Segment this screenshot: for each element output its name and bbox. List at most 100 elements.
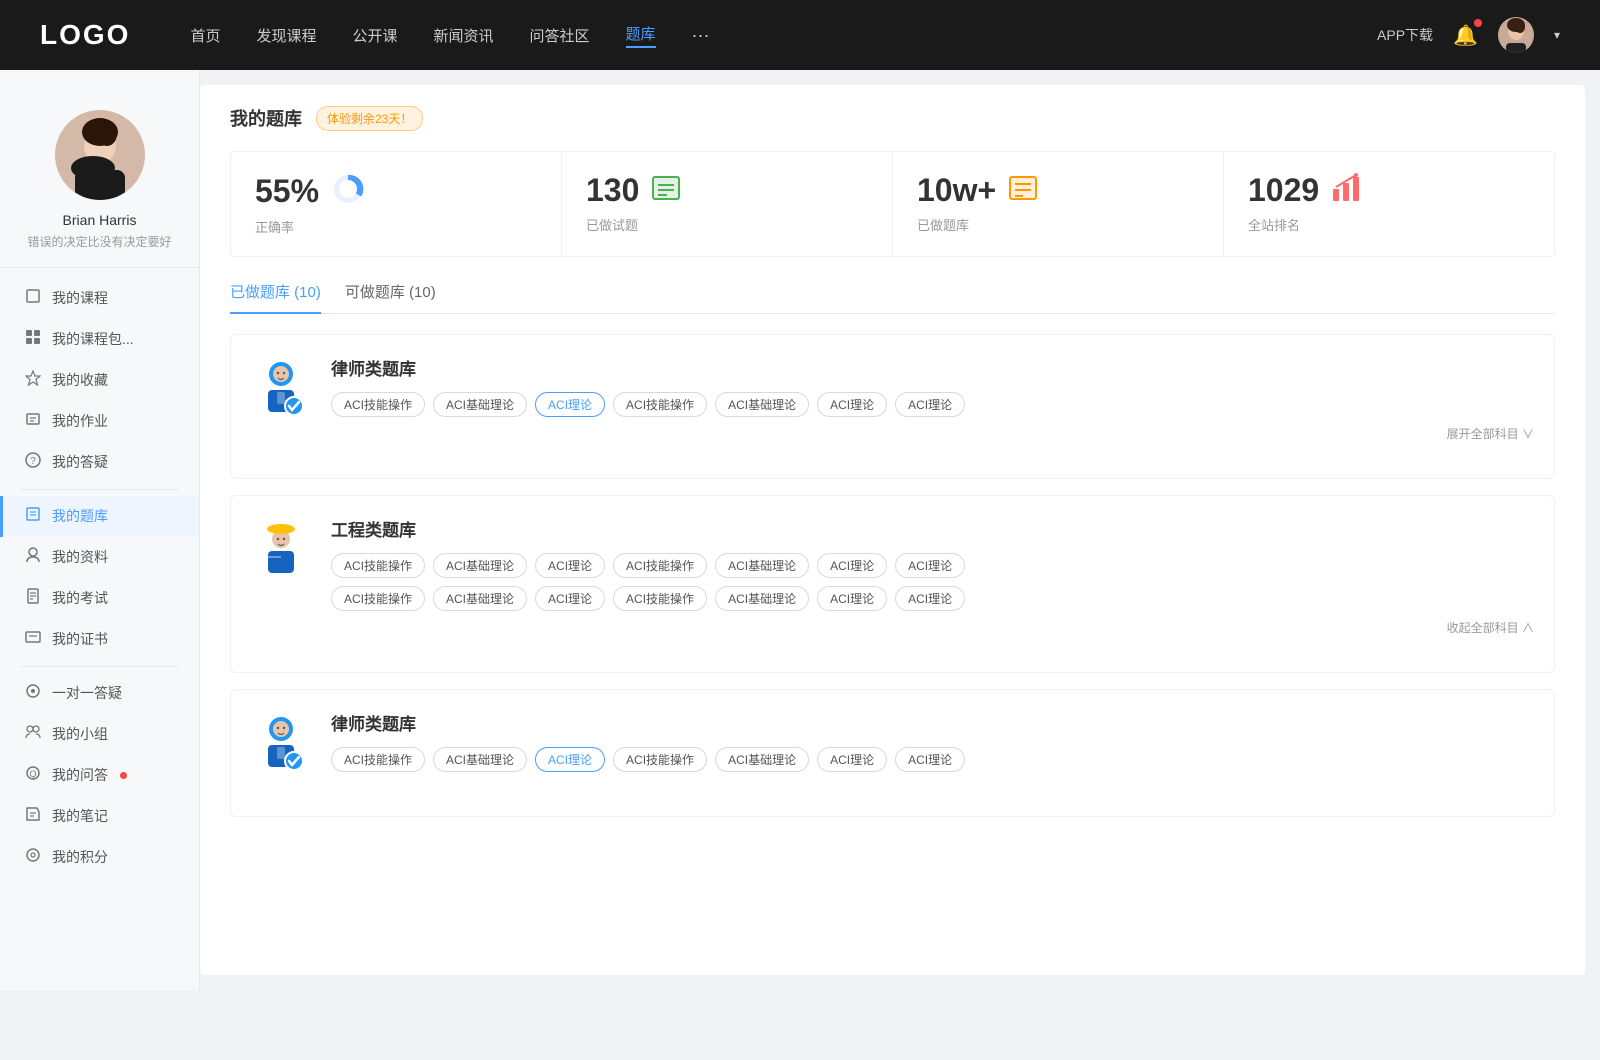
bank-2-tag-7[interactable]: ACI技能操作: [331, 586, 425, 611]
sidebar-divider-2: [20, 666, 179, 667]
bank-3-tag-6[interactable]: ACI理论: [895, 747, 965, 772]
exams-icon: [24, 588, 42, 609]
questions-done-label: 已做试题: [586, 215, 868, 234]
qa-notification-dot: [120, 772, 127, 779]
lawyer-bank-icon-1: [251, 355, 311, 425]
bank-3-tag-3[interactable]: ACI技能操作: [613, 747, 707, 772]
app-download-button[interactable]: APP下载: [1377, 25, 1433, 45]
stat-top-banks: 10w+: [917, 172, 1199, 209]
star-icon: [24, 370, 42, 391]
bank-1-tag-0[interactable]: ACI技能操作: [331, 392, 425, 417]
nav-more[interactable]: ···: [692, 25, 710, 46]
trial-badge: 体验剩余23天！: [316, 106, 423, 131]
sidebar-item-certificates[interactable]: 我的证书: [0, 619, 199, 660]
bank-1-tag-4[interactable]: ACI基础理论: [715, 392, 809, 417]
bank-2-tag-9[interactable]: ACI理论: [535, 586, 605, 611]
bank-2-name: 工程类题库: [331, 516, 1534, 541]
bank-2-collapse[interactable]: 收起全部科目 ∧: [331, 619, 1534, 636]
user-avatar-header[interactable]: [1498, 17, 1534, 53]
sidebar-item-exams[interactable]: 我的考试: [0, 578, 199, 619]
bank-2-tag-10[interactable]: ACI技能操作: [613, 586, 707, 611]
sidebar-item-notes[interactable]: 我的笔记: [0, 796, 199, 837]
bank-1-tag-3[interactable]: ACI技能操作: [613, 392, 707, 417]
bank-2-tag-6[interactable]: ACI理论: [895, 553, 965, 578]
nav-news[interactable]: 新闻资讯: [434, 25, 494, 46]
global-rank-value: 1029: [1248, 172, 1319, 209]
bank-3-tag-0[interactable]: ACI技能操作: [331, 747, 425, 772]
bank-3-name: 律师类题库: [331, 710, 1534, 735]
homework-icon: [24, 411, 42, 432]
bank-2-tag-1[interactable]: ACI基础理论: [433, 553, 527, 578]
accuracy-label: 正确率: [255, 217, 537, 236]
stat-accuracy: 55% 正确率: [231, 152, 562, 256]
sidebar-item-homework[interactable]: 我的作业: [0, 401, 199, 442]
tab-done-banks[interactable]: 已做题库 (10): [230, 281, 321, 314]
courses-icon: [24, 288, 42, 309]
page-wrapper: Brian Harris 错误的决定比没有决定要好 我的课程 我的课程包...: [0, 70, 1600, 990]
profile-icon: [24, 547, 42, 568]
stat-top-questions: 130: [586, 172, 868, 209]
nav-discover[interactable]: 发现课程: [256, 25, 316, 46]
stat-questions-done: 130 已做试题: [562, 152, 893, 256]
bank-2-tag-13[interactable]: ACI理论: [895, 586, 965, 611]
page-header: 我的题库 体验剩余23天！: [230, 105, 1555, 131]
sidebar-item-points[interactable]: 我的积分: [0, 837, 199, 878]
global-rank-icon: [1331, 173, 1361, 208]
bank-2-tag-12[interactable]: ACI理论: [817, 586, 887, 611]
header-right: APP下载 🔔 ▾: [1377, 17, 1560, 53]
banks-done-label: 已做题库: [917, 215, 1199, 234]
one-on-one-icon: [24, 683, 42, 704]
bell-icon[interactable]: 🔔: [1453, 23, 1478, 48]
bank-2-tag-0[interactable]: ACI技能操作: [331, 553, 425, 578]
notes-icon: [24, 806, 42, 827]
nav-open-course[interactable]: 公开课: [352, 25, 397, 46]
sidebar-item-groups[interactable]: 我的小组: [0, 714, 199, 755]
stats-row: 55% 正确率 130: [230, 151, 1555, 257]
bank-1-tags: ACI技能操作 ACI基础理论 ACI理论 ACI技能操作 ACI基础理论 AC…: [331, 392, 1534, 417]
sidebar-item-favorites[interactable]: 我的收藏: [0, 360, 199, 401]
sidebar-item-my-qa[interactable]: Q 我的问答: [0, 755, 199, 796]
main-content: 我的题库 体验剩余23天！ 55% 正确率: [200, 85, 1585, 975]
nav-home[interactable]: 首页: [190, 25, 220, 46]
nav-qa[interactable]: 问答社区: [530, 25, 590, 46]
bank-2-tags-row-1: ACI技能操作 ACI基础理论 ACI理论 ACI技能操作 ACI基础理论 AC…: [331, 553, 1534, 578]
bank-3-tag-1[interactable]: ACI基础理论: [433, 747, 527, 772]
bank-2-tag-4[interactable]: ACI基础理论: [715, 553, 809, 578]
bank-2-tags-row-2: ACI技能操作 ACI基础理论 ACI理论 ACI技能操作 ACI基础理论 AC…: [331, 586, 1534, 611]
question-bank-icon: [24, 506, 42, 527]
bank-3-tag-5[interactable]: ACI理论: [817, 747, 887, 772]
bank-card-2-header: 工程类题库 ACI技能操作 ACI基础理论 ACI理论 ACI技能操作 ACI基…: [251, 516, 1534, 636]
bank-2-tag-3[interactable]: ACI技能操作: [613, 553, 707, 578]
stat-top-accuracy: 55%: [255, 172, 537, 211]
bank-3-tag-2[interactable]: ACI理论: [535, 747, 605, 772]
accuracy-chart-icon: [331, 172, 365, 211]
global-rank-label: 全站排名: [1248, 215, 1530, 234]
bank-2-tag-2[interactable]: ACI理论: [535, 553, 605, 578]
nav-question-bank[interactable]: 题库: [626, 23, 656, 48]
bank-1-tag-2[interactable]: ACI理论: [535, 392, 605, 417]
sidebar-item-one-on-one[interactable]: 一对一答疑: [0, 673, 199, 714]
bank-1-tag-1[interactable]: ACI基础理论: [433, 392, 527, 417]
stat-top-rank: 1029: [1248, 172, 1530, 209]
bank-3-tags-section: 律师类题库 ACI技能操作 ACI基础理论 ACI理论 ACI技能操作 ACI基…: [331, 710, 1534, 772]
sidebar-item-courses[interactable]: 我的课程: [0, 278, 199, 319]
user-menu-chevron[interactable]: ▾: [1554, 28, 1560, 42]
bank-2-tag-8[interactable]: ACI基础理论: [433, 586, 527, 611]
sidebar-item-questions[interactable]: ? 我的答疑: [0, 442, 199, 483]
my-qa-icon: Q: [24, 765, 42, 786]
bank-1-tag-5[interactable]: ACI理论: [817, 392, 887, 417]
sidebar-item-question-bank[interactable]: 我的题库: [0, 496, 199, 537]
bank-card-3-header: 律师类题库 ACI技能操作 ACI基础理论 ACI理论 ACI技能操作 ACI基…: [251, 710, 1534, 780]
sidebar-item-profile[interactable]: 我的资料: [0, 537, 199, 578]
bank-3-tags: ACI技能操作 ACI基础理论 ACI理论 ACI技能操作 ACI基础理论 AC…: [331, 747, 1534, 772]
sidebar-item-course-packages[interactable]: 我的课程包...: [0, 319, 199, 360]
bank-3-tag-4[interactable]: ACI基础理论: [715, 747, 809, 772]
questions-icon: ?: [24, 452, 42, 473]
bank-2-tag-11[interactable]: ACI基础理论: [715, 586, 809, 611]
groups-icon: [24, 724, 42, 745]
bank-1-expand[interactable]: 展开全部科目 ∨: [331, 425, 1534, 442]
bank-1-tag-6[interactable]: ACI理论: [895, 392, 965, 417]
bank-2-tag-5[interactable]: ACI理论: [817, 553, 887, 578]
bank-2-tags-section: 工程类题库 ACI技能操作 ACI基础理论 ACI理论 ACI技能操作 ACI基…: [331, 516, 1534, 636]
tab-available-banks[interactable]: 可做题库 (10): [345, 281, 436, 314]
